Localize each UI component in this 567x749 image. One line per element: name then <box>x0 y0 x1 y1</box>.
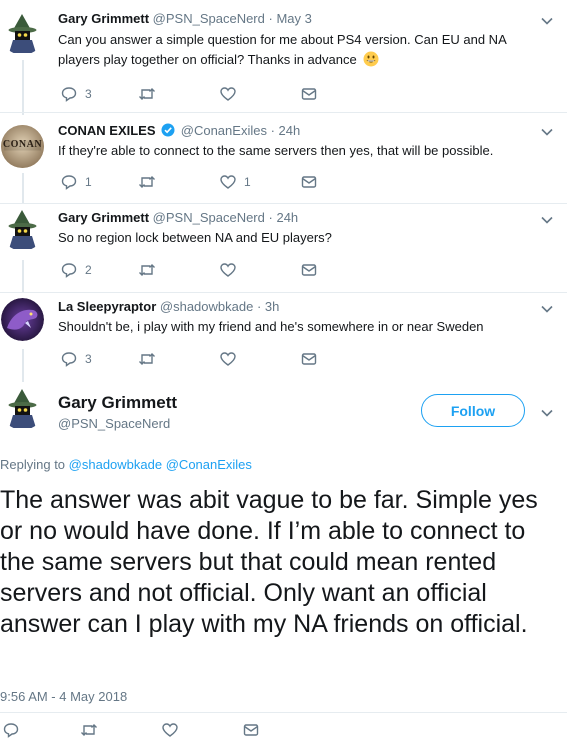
retweet-icon <box>139 353 155 365</box>
tweet-text-content: Can you answer a simple question for me … <box>58 32 507 67</box>
display-name[interactable]: CONAN EXILES <box>58 123 156 138</box>
reply-icon[interactable] <box>3 722 19 738</box>
envelope-icon <box>301 176 317 188</box>
grinning-face-icon <box>363 51 379 67</box>
heart-icon[interactable] <box>162 722 178 738</box>
thread-tweet[interactable]: La Sleepyraptor @shadowbkade · 3h Should… <box>0 293 567 381</box>
heart-icon <box>220 352 236 366</box>
chevron-down-icon[interactable] <box>539 301 555 317</box>
message-button[interactable] <box>301 85 317 103</box>
heart-icon <box>220 263 236 277</box>
avatar[interactable] <box>1 387 44 430</box>
verified-badge-icon <box>161 123 175 137</box>
heart-icon <box>220 175 236 189</box>
reply-button[interactable]: 1 <box>61 173 92 191</box>
envelope-icon <box>301 353 317 365</box>
retweet-button[interactable] <box>138 261 164 279</box>
replying-to: Replying to @shadowbkade @ConanExiles <box>0 457 252 472</box>
conan-logo-text: CONAN <box>2 139 43 150</box>
replying-user-link[interactable]: @ConanExiles <box>166 457 252 472</box>
tweet-time[interactable]: May 3 <box>276 11 311 26</box>
reply-icon <box>61 87 77 102</box>
tweet-header: Gary Grimmett @PSN_SpaceNerd · 24h <box>58 210 298 225</box>
envelope-icon[interactable] <box>243 722 259 738</box>
reply-icon <box>61 352 77 367</box>
retweet-icon[interactable] <box>80 722 98 738</box>
reply-count: 3 <box>85 87 92 101</box>
reply-button[interactable]: 2 <box>61 261 92 279</box>
tweet-header: Gary Grimmett @PSN_SpaceNerd · May 3 <box>58 11 312 26</box>
tweet-header: La Sleepyraptor @shadowbkade · 3h <box>58 299 279 314</box>
avatar[interactable] <box>1 12 44 55</box>
heart-icon <box>220 87 236 101</box>
replying-to-label: Replying to <box>0 457 66 472</box>
main-tweet-actions <box>0 722 567 740</box>
avatar[interactable] <box>1 298 44 341</box>
retweet-icon <box>139 176 155 188</box>
message-button[interactable] <box>301 173 317 191</box>
retweet-button[interactable] <box>138 85 164 103</box>
dot-separator: · <box>268 210 273 225</box>
chevron-down-icon[interactable] <box>539 212 555 228</box>
dot-separator: · <box>270 123 275 138</box>
tweet-header: CONAN EXILES @ConanExiles · 24h <box>58 123 300 138</box>
thread-tweet[interactable]: Gary Grimmett @PSN_SpaceNerd · May 3 Can… <box>0 0 567 112</box>
user-handle[interactable]: @shadowbkade <box>160 299 253 314</box>
avatar[interactable]: CONAN <box>1 125 44 168</box>
display-name[interactable]: Gary Grimmett <box>58 11 149 26</box>
tweet-text: If they're able to connect to the same s… <box>58 143 494 158</box>
envelope-icon <box>301 264 317 276</box>
reply-count: 3 <box>85 352 92 366</box>
avatar[interactable] <box>1 208 44 251</box>
reply-icon <box>61 263 77 278</box>
dot-separator: · <box>256 299 262 314</box>
retweet-button[interactable] <box>138 350 164 368</box>
user-handle[interactable]: @ConanExiles <box>181 123 267 138</box>
display-name[interactable]: Gary Grimmett <box>58 393 177 413</box>
tweet-time[interactable]: 24h <box>279 123 301 138</box>
user-handle[interactable]: @PSN_SpaceNerd <box>58 416 170 431</box>
reply-count: 2 <box>85 263 92 277</box>
follow-button[interactable]: Follow <box>421 394 525 427</box>
display-name[interactable]: La Sleepyraptor <box>58 299 156 314</box>
tweet-text: Can you answer a simple question for me … <box>58 30 528 70</box>
message-button[interactable] <box>301 350 317 368</box>
tweet-time[interactable]: 3h <box>265 299 279 314</box>
dot-separator: · <box>268 11 273 26</box>
display-name[interactable]: Gary Grimmett <box>58 210 149 225</box>
reply-button[interactable]: 3 <box>61 350 92 368</box>
like-button[interactable] <box>220 85 244 103</box>
like-button[interactable]: 1 <box>220 173 251 191</box>
tweet-text: So no region lock between NA and EU play… <box>58 230 332 245</box>
replying-user-link[interactable]: @shadowbkade <box>69 457 162 472</box>
retweet-icon <box>139 88 155 100</box>
envelope-icon <box>301 88 317 100</box>
thread-tweet[interactable]: Gary Grimmett @PSN_SpaceNerd · 24h So no… <box>0 204 567 292</box>
reply-icon <box>61 175 77 190</box>
tweet-text: Shouldn't be, i play with my friend and … <box>58 319 484 334</box>
like-button[interactable] <box>220 350 244 368</box>
main-tweet-text: The answer was abit vague to be far. Sim… <box>0 486 538 638</box>
chevron-down-icon[interactable] <box>539 124 555 140</box>
user-handle[interactable]: @PSN_SpaceNerd <box>153 210 265 225</box>
user-handle[interactable]: @PSN_SpaceNerd <box>153 11 265 26</box>
tweet-time[interactable]: 24h <box>276 210 298 225</box>
like-count: 1 <box>244 175 251 189</box>
message-button[interactable] <box>301 261 317 279</box>
chevron-down-icon[interactable] <box>539 13 555 29</box>
reply-button[interactable]: 3 <box>61 85 92 103</box>
retweet-icon <box>139 264 155 276</box>
divider <box>0 712 567 713</box>
thread-tweet[interactable]: CONAN CONAN EXILES @ConanExiles · 24h If… <box>0 113 567 203</box>
reply-count: 1 <box>85 175 92 189</box>
chevron-down-icon[interactable] <box>539 405 555 421</box>
retweet-button[interactable] <box>138 173 164 191</box>
like-button[interactable] <box>220 261 244 279</box>
tweet-timestamp[interactable]: 9:56 AM - 4 May 2018 <box>0 689 127 704</box>
